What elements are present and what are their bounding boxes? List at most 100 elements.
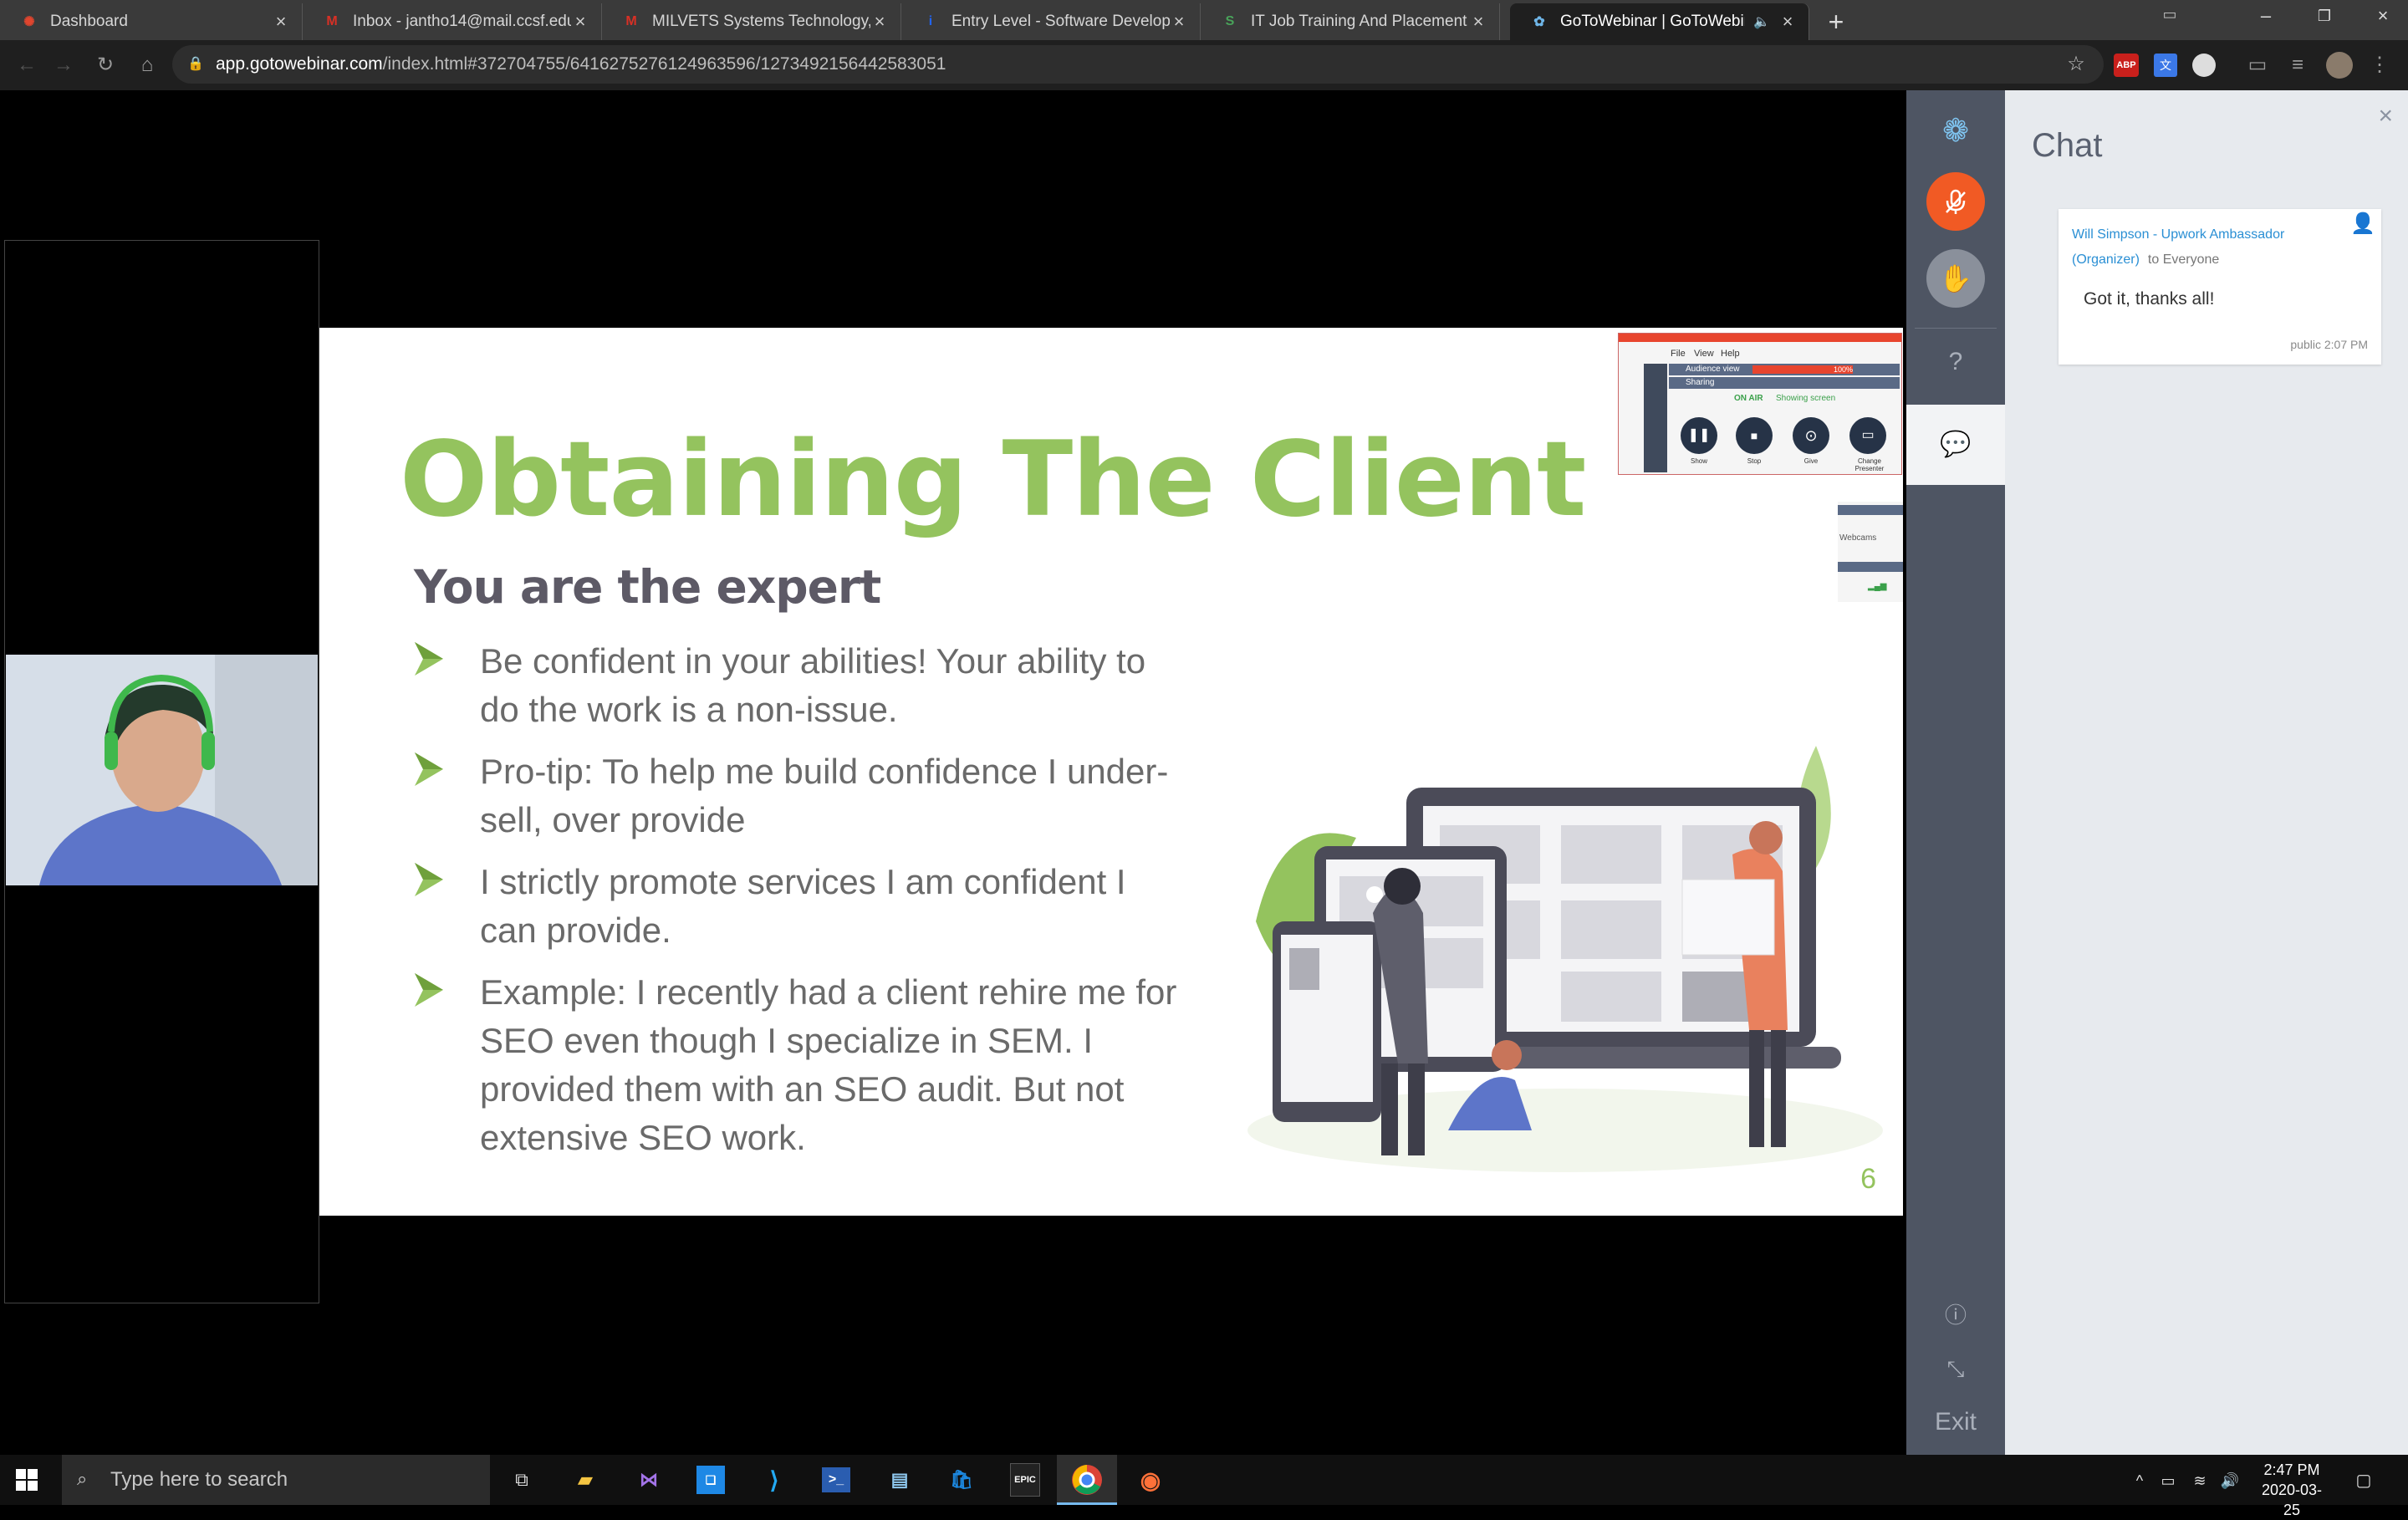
clock-time: 2:47 PM: [2263, 1461, 2320, 1478]
taskbar-search-placeholder: Type here to search: [110, 1468, 288, 1491]
audience-view-bar[interactable]: Audience view 100%: [1669, 364, 1900, 375]
presenter-webcam-video: [6, 655, 318, 885]
file-explorer-icon[interactable]: ▰: [569, 1463, 602, 1497]
bookmark-star-icon[interactable]: ☆: [2064, 52, 2089, 77]
url-host: app.gotowebinar.com: [216, 54, 383, 74]
slide-bullet: Example: I recently had a client rehire …: [413, 968, 1176, 1169]
widget-menu-file[interactable]: File: [1671, 349, 1686, 359]
vscode-icon[interactable]: ⟩: [758, 1463, 791, 1497]
slide-bullet: I strictly promote services I am confide…: [413, 858, 1157, 958]
tab-milvets[interactable]: M MILVETS Systems Technology, Inc ×: [602, 3, 901, 40]
chrome-taskbar-item[interactable]: [1057, 1455, 1117, 1505]
windows-start-icon[interactable]: [12, 1465, 42, 1495]
slide-bullet-text: Pro-tip: To help me build confidence I u…: [480, 752, 1169, 839]
webinar-control-rail: ❁ ✋ ? 💬 ⓘ ⤡ Exit: [1906, 90, 2005, 1455]
battery-icon[interactable]: ▭: [2157, 1470, 2179, 1492]
new-tab-button[interactable]: +: [1821, 7, 1851, 37]
slide-page-number: 6: [1860, 1163, 1876, 1195]
questions-icon[interactable]: ?: [1938, 344, 1973, 380]
tab-indeed[interactable]: i Entry Level - Software Developer ×: [901, 3, 1201, 40]
pause-button-label: Show: [1690, 457, 1707, 465]
system-clock[interactable]: 2:47 PM 2020-03-25: [2254, 1460, 2329, 1520]
arrow-bullet-icon: [415, 642, 443, 676]
tab-title: MILVETS Systems Technology, Inc: [652, 13, 870, 30]
raise-hand-button[interactable]: ✋: [1926, 249, 1985, 308]
slide-bullet-text: Example: I recently had a client rehire …: [480, 972, 1177, 1157]
on-air-label: ON AIR: [1734, 394, 1763, 403]
jetbrains-icon[interactable]: ❏: [696, 1466, 725, 1494]
chat-message: 👤 Will Simpson - Upwork Ambassador (Orga…: [2059, 209, 2381, 365]
profile-avatar[interactable]: [2326, 52, 2353, 79]
minimize-window-button[interactable]: –: [2249, 3, 2283, 28]
volume-icon[interactable]: 🔊: [2219, 1470, 2241, 1492]
presenter-figure: [6, 655, 318, 885]
stop-button[interactable]: ■: [1736, 417, 1773, 454]
close-tab-icon[interactable]: ×: [1778, 11, 1797, 33]
address-bar[interactable]: 🔒 app.gotowebinar.com/index.html#3727047…: [172, 45, 2104, 84]
powershell-icon[interactable]: >_: [822, 1467, 850, 1492]
arrow-bullet-icon: [415, 973, 443, 1007]
showing-screen-label: Showing screen: [1776, 394, 1836, 403]
gotowebinar-favicon-icon: ✿: [1533, 15, 1545, 29]
tab-dashboard[interactable]: ✺ Dashboard ×: [0, 3, 303, 40]
back-arrow-icon[interactable]: ←: [15, 54, 38, 77]
signal-strength-icon: ▂▄▆: [1868, 582, 1887, 591]
widget-menu-help[interactable]: Help: [1721, 349, 1740, 359]
close-tab-icon[interactable]: ×: [870, 11, 889, 33]
task-view-icon[interactable]: ⧉: [505, 1463, 538, 1497]
close-tab-icon[interactable]: ×: [272, 11, 290, 33]
close-tab-icon[interactable]: ×: [1469, 11, 1487, 33]
firefox-icon[interactable]: ◉: [1134, 1463, 1167, 1497]
url-path: /index.html#372704755/641627527612496359…: [382, 54, 946, 74]
forward-arrow-icon[interactable]: →: [52, 54, 75, 77]
wifi-icon[interactable]: ≋: [2189, 1470, 2211, 1492]
chat-bubble-icon: 💬: [1940, 431, 1972, 458]
pause-button[interactable]: ❚❚: [1681, 417, 1717, 454]
chat-message-meta: public 2:07 PM: [2290, 338, 2368, 351]
notepad-icon[interactable]: ▤: [883, 1463, 916, 1497]
arrow-bullet-icon: [415, 752, 443, 786]
close-tab-icon[interactable]: ×: [571, 11, 589, 33]
home-icon[interactable]: ⌂: [135, 54, 159, 77]
reload-icon[interactable]: ↻: [94, 54, 117, 77]
tab-synergisticit[interactable]: S IT Job Training And Placement | S ×: [1201, 3, 1500, 40]
sharing-bar[interactable]: Sharing: [1669, 377, 1900, 389]
chrome-menu-icon[interactable]: ⋮: [2368, 54, 2391, 77]
speaker-icon[interactable]: 🔈: [1753, 13, 1770, 30]
give-control-button[interactable]: ⊙: [1793, 417, 1829, 454]
profile-window-icon[interactable]: ▭: [2157, 2, 2182, 27]
microphone-button[interactable]: [1926, 172, 1985, 231]
webcams-label[interactable]: Webcams: [1839, 533, 1876, 543]
arrow-bullet-icon: [415, 863, 443, 896]
close-window-button[interactable]: ×: [2366, 3, 2400, 28]
store-icon[interactable]: 🛍: [945, 1463, 978, 1497]
chat-tab[interactable]: 💬: [1906, 405, 2005, 485]
info-icon[interactable]: ⓘ: [1938, 1298, 1973, 1333]
chat-message-text: Got it, thanks all!: [2084, 289, 2215, 309]
notifications-icon[interactable]: ▢: [2353, 1470, 2375, 1492]
widget-webcams-panel: Webcams ▂▄▆: [1838, 502, 1903, 602]
restore-window-button[interactable]: ❐: [2308, 3, 2341, 28]
show-hidden-icons-icon[interactable]: ^: [2129, 1470, 2150, 1492]
microphone-icon: [1946, 189, 1966, 214]
translate-extension-icon[interactable]: 文: [2154, 54, 2177, 77]
speedometer-extension-icon[interactable]: [2192, 54, 2216, 77]
slide-bullet-text: Be confident in your abilities! Your abi…: [480, 641, 1146, 729]
change-presenter-button[interactable]: ▭: [1849, 417, 1886, 454]
adblock-extension-icon[interactable]: ABP: [2114, 54, 2139, 77]
close-tab-icon[interactable]: ×: [1170, 11, 1188, 33]
exit-button[interactable]: Exit: [1906, 1408, 2005, 1436]
close-chat-icon[interactable]: ×: [2378, 102, 2393, 130]
chrome-icon: [1072, 1465, 1102, 1495]
widget-menu-view[interactable]: View: [1694, 349, 1714, 359]
chat-message-recipient: to Everyone: [2147, 252, 2220, 267]
collapse-icon[interactable]: ⤡: [1938, 1351, 1973, 1386]
cast-icon[interactable]: ▭: [2246, 54, 2269, 77]
reading-list-icon[interactable]: ≡: [2286, 54, 2309, 77]
taskbar-search[interactable]: ⌕ Type here to search: [62, 1455, 490, 1505]
tab-inbox[interactable]: M Inbox - jantho14@mail.ccsf.edu ×: [303, 3, 602, 40]
epic-games-icon[interactable]: EPIC: [1010, 1463, 1040, 1497]
audience-view-label: Audience view: [1686, 365, 1740, 374]
tab-gotowebinar[interactable]: ✿ GoToWebinar | GoToWebinar 🔈 ×: [1510, 3, 1809, 40]
visual-studio-icon[interactable]: ⋈: [632, 1463, 666, 1497]
